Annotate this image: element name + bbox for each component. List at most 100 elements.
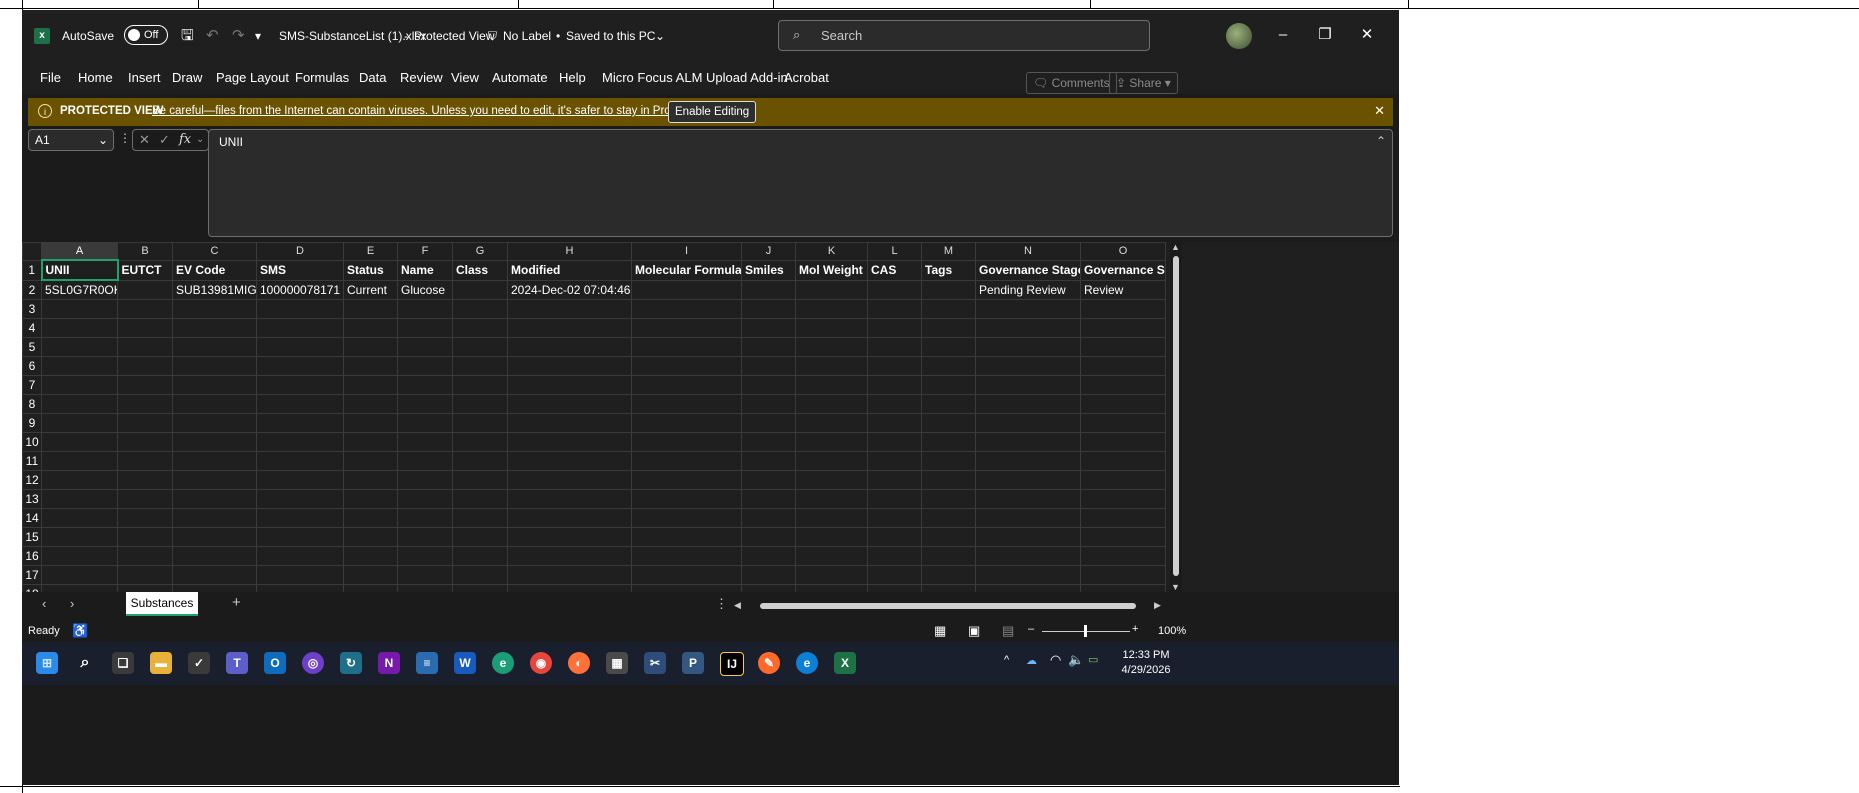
cell-d4[interactable] (256, 318, 344, 338)
cell-c13[interactable] (172, 489, 257, 509)
cell-h12[interactable] (507, 470, 632, 490)
cell-i16[interactable] (631, 546, 742, 566)
outlook-icon[interactable]: O (264, 652, 286, 674)
column-header-j[interactable]: J (741, 242, 796, 261)
word-icon[interactable]: W (454, 652, 476, 674)
cell-l17[interactable] (867, 565, 922, 585)
cell-a2[interactable]: 5SL0G7R0OK (41, 279, 118, 300)
label-status[interactable]: No Label (503, 26, 551, 46)
cell-k8[interactable] (795, 394, 868, 414)
cell-i17[interactable] (631, 565, 742, 585)
cell-l4[interactable] (867, 318, 922, 338)
cell-c6[interactable] (172, 356, 257, 376)
cell-o16[interactable] (1080, 546, 1166, 566)
remote-icon[interactable]: ↻ (340, 652, 362, 674)
cell-d3[interactable] (256, 299, 344, 319)
cell-h16[interactable] (507, 546, 632, 566)
vertical-scroll-thumb[interactable] (1173, 256, 1179, 576)
cell-g9[interactable] (452, 413, 508, 433)
cell-k10[interactable] (795, 432, 868, 452)
cell-k7[interactable] (795, 375, 868, 395)
cell-e5[interactable] (343, 337, 398, 357)
row-header[interactable]: 11 (22, 451, 42, 471)
cell-l9[interactable] (867, 413, 922, 433)
tab-data[interactable]: Data (359, 70, 386, 85)
cell-c12[interactable] (172, 470, 257, 490)
file-explorer-icon[interactable]: ▬ (150, 652, 172, 674)
search-icon[interactable]: ⌕ (74, 652, 96, 674)
cell-e12[interactable] (343, 470, 398, 490)
cell-f6[interactable] (397, 356, 453, 376)
scroll-left-icon[interactable]: ◀ (734, 600, 741, 611)
add-sheet-button[interactable]: + (232, 594, 241, 611)
more-icon[interactable]: ⋮ (119, 131, 131, 145)
notepad-icon[interactable]: ≡ (416, 652, 438, 674)
cell-c5[interactable] (172, 337, 257, 357)
cell-c11[interactable] (172, 451, 257, 471)
cell-i12[interactable] (631, 470, 742, 490)
cell-l3[interactable] (867, 299, 922, 319)
save-status[interactable]: Saved to this PC (566, 26, 655, 46)
row-header[interactable]: 3 (22, 299, 42, 319)
cell-j15[interactable] (741, 527, 796, 547)
column-header-a[interactable]: A (41, 242, 118, 261)
cell-k1[interactable]: Mol Weight (795, 259, 868, 281)
save-icon[interactable]: 🖫 (181, 26, 194, 46)
cell-m8[interactable] (921, 394, 976, 414)
collapse-icon[interactable]: ⌃ (1376, 134, 1386, 148)
cell-f9[interactable] (397, 413, 453, 433)
cell-j1[interactable]: Smiles (741, 259, 796, 281)
cell-f2[interactable]: Glucose (397, 279, 453, 300)
cell-o14[interactable] (1080, 508, 1166, 528)
row-header[interactable]: 9 (22, 413, 42, 433)
cell-g3[interactable] (452, 299, 508, 319)
cell-f12[interactable] (397, 470, 453, 490)
cell-l11[interactable] (867, 451, 922, 471)
column-header-m[interactable]: M (921, 242, 976, 261)
cell-g17[interactable] (452, 565, 508, 585)
cell-k12[interactable] (795, 470, 868, 490)
cell-i14[interactable] (631, 508, 742, 528)
cell-h15[interactable] (507, 527, 632, 547)
onenote-icon[interactable]: N (378, 652, 400, 674)
edge-icon[interactable]: e (796, 652, 818, 674)
row-header[interactable]: 15 (22, 527, 42, 547)
cell-e17[interactable] (343, 565, 398, 585)
cell-g5[interactable] (452, 337, 508, 357)
cell-d11[interactable] (256, 451, 344, 471)
cell-b17[interactable] (117, 565, 173, 585)
cell-a11[interactable] (41, 451, 118, 471)
horizontal-scrollbar[interactable] (750, 601, 1162, 611)
sheet-tab-substances[interactable]: Substances (126, 592, 198, 616)
cell-j5[interactable] (741, 337, 796, 357)
column-header-h[interactable]: H (507, 242, 632, 261)
cell-b3[interactable] (117, 299, 173, 319)
row-header[interactable]: 4 (22, 318, 42, 338)
restore-icon[interactable]: ❐ (1310, 24, 1340, 46)
cell-m12[interactable] (921, 470, 976, 490)
scroll-up-icon[interactable]: ▲ (1171, 242, 1180, 252)
cell-b6[interactable] (117, 356, 173, 376)
teams-icon[interactable]: T (226, 652, 248, 674)
cell-g15[interactable] (452, 527, 508, 547)
cell-l7[interactable] (867, 375, 922, 395)
cell-h3[interactable] (507, 299, 632, 319)
cell-b2[interactable] (117, 279, 173, 300)
cell-j9[interactable] (741, 413, 796, 433)
cell-m6[interactable] (921, 356, 976, 376)
cell-j8[interactable] (741, 394, 796, 414)
cell-k2[interactable] (795, 279, 868, 300)
column-header-c[interactable]: C (172, 242, 257, 261)
row-header[interactable]: 5 (22, 337, 42, 357)
cell-n3[interactable] (975, 299, 1081, 319)
cell-c1[interactable]: EV Code (172, 259, 257, 281)
cell-m4[interactable] (921, 318, 976, 338)
cell-l5[interactable] (867, 337, 922, 357)
cell-l15[interactable] (867, 527, 922, 547)
cell-j3[interactable] (741, 299, 796, 319)
cell-i4[interactable] (631, 318, 742, 338)
cell-i13[interactable] (631, 489, 742, 509)
row-header[interactable]: 10 (22, 432, 42, 452)
cell-k3[interactable] (795, 299, 868, 319)
row-header[interactable]: 17 (22, 565, 42, 585)
